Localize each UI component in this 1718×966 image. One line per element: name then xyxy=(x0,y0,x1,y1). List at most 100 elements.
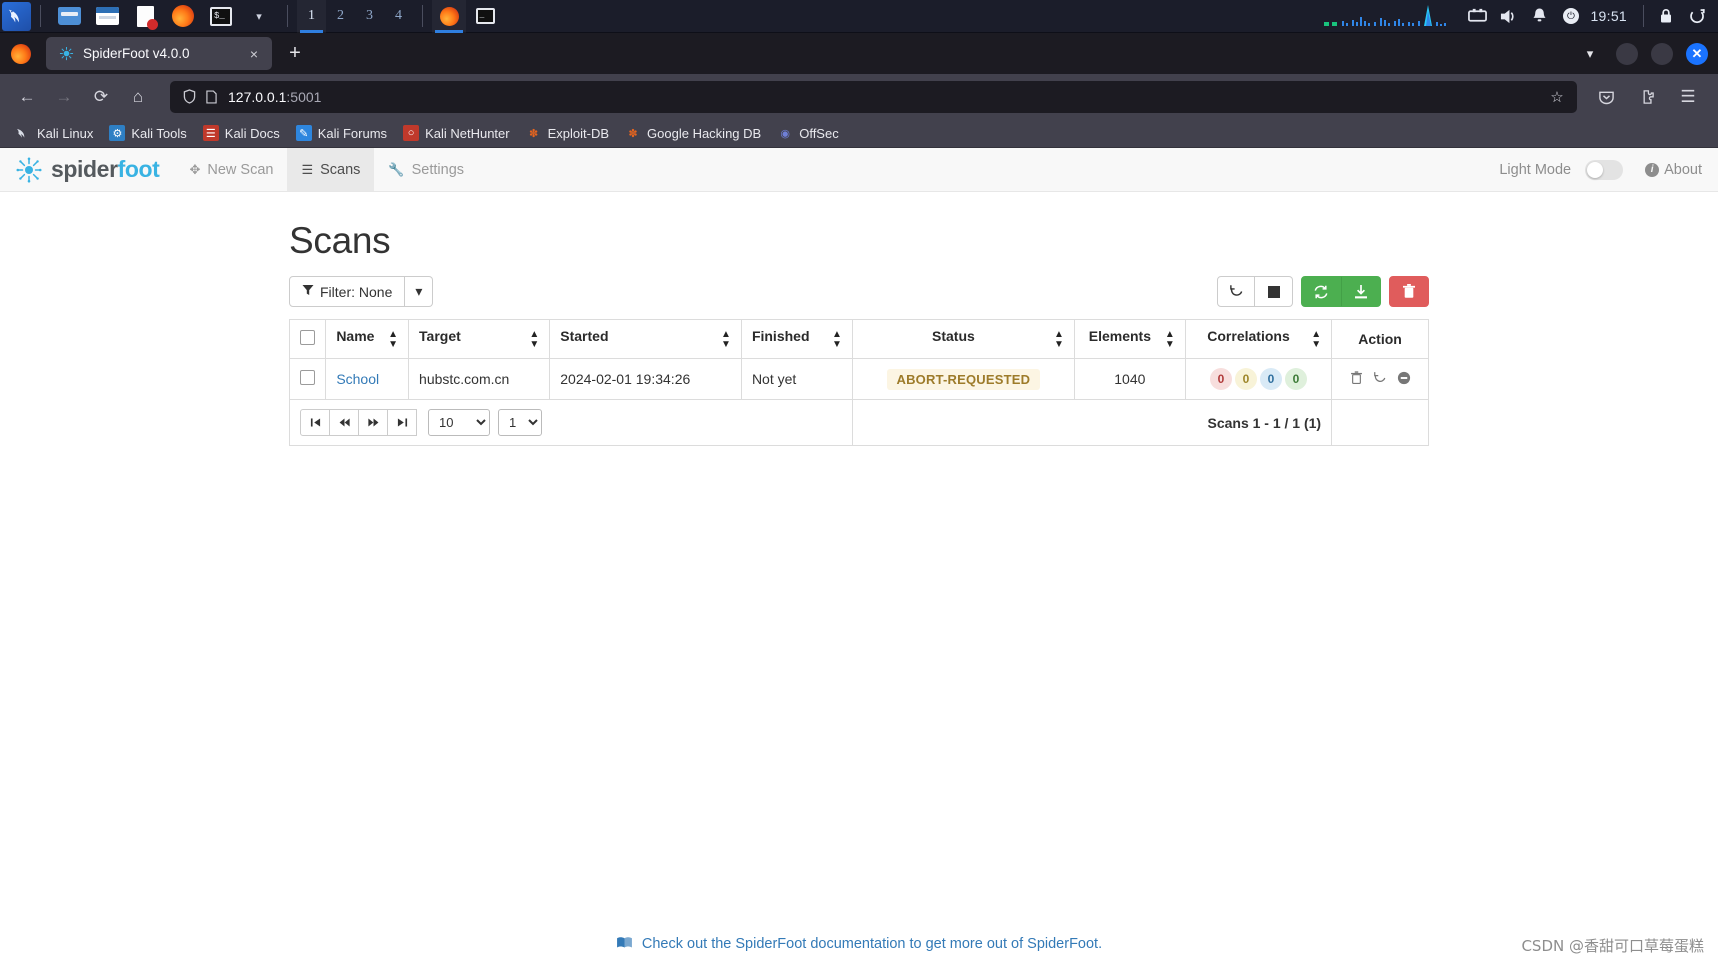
sort-icon[interactable]: ▲ ▼ xyxy=(388,330,398,350)
stop-scan-icon[interactable] xyxy=(1397,371,1411,388)
bookmark-kali-linux[interactable]: Kali Linux xyxy=(8,122,100,145)
delete-button[interactable] xyxy=(1389,276,1429,307)
rerun-button[interactable] xyxy=(1217,276,1255,307)
sort-icon[interactable]: ▲ ▼ xyxy=(529,330,539,350)
bookmark-kali-forums[interactable]: ✎ Kali Forums xyxy=(289,122,394,145)
scans-toolbar: Filter: None ▾ xyxy=(289,276,1429,307)
column-header-correlations[interactable]: Correlations ▲ ▼ xyxy=(1184,319,1333,359)
select-all-checkbox[interactable] xyxy=(300,330,316,345)
document-icon[interactable] xyxy=(131,3,159,30)
sort-icon[interactable]: ▲ ▼ xyxy=(832,330,842,350)
next-page-button[interactable] xyxy=(358,409,388,436)
sort-icon[interactable]: ▲ ▼ xyxy=(1165,330,1175,350)
terminal-icon[interactable]: $_ xyxy=(207,3,235,29)
new-tab-button[interactable]: + xyxy=(280,39,310,69)
column-header-finished[interactable]: Finished ▲ ▼ xyxy=(740,319,853,359)
shield-icon[interactable] xyxy=(178,86,200,108)
documentation-link[interactable]: Check out the SpiderFoot documentation t… xyxy=(642,936,1102,952)
folder-icon[interactable] xyxy=(93,3,121,29)
bookmark-exploit-db[interactable]: ✽ Exploit-DB xyxy=(519,122,616,145)
power-icon[interactable]: ⏻ xyxy=(1555,3,1586,29)
scan-name-link[interactable]: School xyxy=(336,371,379,387)
crosshair-icon: ✥ xyxy=(189,161,201,177)
light-mode-toggle[interactable] xyxy=(1585,159,1624,180)
url-text[interactable]: 127.0.0.1:5001 xyxy=(228,89,1545,105)
network-icon[interactable] xyxy=(1462,3,1493,29)
sort-icon[interactable]: ▲ ▼ xyxy=(1054,330,1064,350)
workspace-3[interactable]: 3 xyxy=(355,0,384,33)
column-header-elements[interactable]: Elements ▲ ▼ xyxy=(1073,319,1186,359)
window-minimize-button[interactable] xyxy=(1616,42,1638,65)
bookmark-label: Kali Forums xyxy=(317,125,388,141)
page-size-select[interactable]: 10 xyxy=(428,409,490,436)
page-icon[interactable] xyxy=(200,86,222,108)
window-maximize-button[interactable] xyxy=(1651,42,1673,65)
files-manager-icon[interactable] xyxy=(55,3,83,29)
chevron-down-icon[interactable]: ▾ xyxy=(245,3,273,29)
close-tab-icon[interactable]: × xyxy=(244,44,264,64)
nav-item-settings[interactable]: 🔧 Settings xyxy=(374,148,478,191)
scans-toolbar-actions xyxy=(1217,276,1429,307)
column-header-name[interactable]: Name ▲ ▼ xyxy=(325,319,410,359)
notification-bell-icon[interactable] xyxy=(1524,3,1555,29)
filter-button[interactable]: Filter: None xyxy=(289,276,406,307)
export-button[interactable] xyxy=(1341,276,1381,307)
cell-started: 2024-02-01 19:34:26 xyxy=(549,358,742,400)
app-menu-icon[interactable]: ☰ xyxy=(1671,80,1705,114)
brand-part-1: spider xyxy=(51,156,118,182)
prev-page-button[interactable] xyxy=(329,409,359,436)
firefox-icon[interactable] xyxy=(169,3,197,29)
column-header-status[interactable]: Status ▲ ▼ xyxy=(851,319,1075,359)
system-tray: ⏻ 19:51 xyxy=(1322,0,1718,33)
reload-button[interactable]: ⟳ xyxy=(84,80,118,114)
sort-icon[interactable]: ▲ ▼ xyxy=(721,330,731,350)
status-badge: ABORT-REQUESTED xyxy=(886,368,1041,390)
logout-icon[interactable] xyxy=(1681,3,1712,29)
clock[interactable]: 19:51 xyxy=(1586,8,1637,24)
back-button[interactable]: ← xyxy=(10,80,44,114)
column-header-started[interactable]: Started ▲ ▼ xyxy=(549,319,742,359)
stop-button[interactable] xyxy=(1255,276,1293,307)
volume-icon[interactable] xyxy=(1493,3,1524,29)
last-page-button[interactable] xyxy=(387,409,417,436)
browser-tab-spiderfoot[interactable]: SpiderFoot v4.0.0 × xyxy=(46,37,272,70)
firefox-app-icon[interactable] xyxy=(4,37,38,71)
refresh-all-button[interactable] xyxy=(1301,276,1341,307)
forward-button[interactable]: → xyxy=(47,80,81,114)
window-close-button[interactable]: ✕ xyxy=(1686,42,1708,65)
workspace-4[interactable]: 4 xyxy=(384,0,413,33)
bookmark-offsec[interactable]: ◉ OffSec xyxy=(770,122,846,145)
first-page-button[interactable] xyxy=(300,409,330,436)
row-checkbox[interactable] xyxy=(300,370,316,385)
delete-scan-icon[interactable] xyxy=(1350,370,1363,388)
bookmark-kali-nethunter[interactable]: ○ Kali NetHunter xyxy=(396,122,517,145)
book-icon xyxy=(616,936,633,952)
bookmark-google-hacking-db[interactable]: ✽ Google Hacking DB xyxy=(618,122,768,145)
bookmark-kali-docs[interactable]: ☰ Kali Docs xyxy=(196,122,287,145)
table-row[interactable]: School hubstc.com.cn 2024-02-01 19:34:26… xyxy=(288,358,1429,400)
kali-dragon-icon[interactable] xyxy=(2,1,31,31)
nav-item-scans[interactable]: ☰ Scans xyxy=(287,148,375,191)
page-number-select[interactable]: 1 xyxy=(498,409,542,436)
sort-icon[interactable]: ▲ ▼ xyxy=(1311,330,1321,350)
bookmark-star-icon[interactable]: ☆ xyxy=(1545,85,1569,109)
lock-icon[interactable] xyxy=(1650,3,1681,29)
extensions-icon[interactable] xyxy=(1630,80,1664,114)
home-button[interactable]: ⌂ xyxy=(121,80,155,114)
list-all-tabs-icon[interactable]: ▾ xyxy=(1577,41,1603,67)
workspace-1[interactable]: 1 xyxy=(297,0,326,33)
nav-item-new-scan[interactable]: ✥ New Scan xyxy=(175,148,287,191)
about-link[interactable]: i About xyxy=(1645,162,1702,178)
firefox-window-button[interactable] xyxy=(432,0,466,33)
terminal-window-button[interactable]: _ xyxy=(471,3,499,29)
info-icon: i xyxy=(1645,162,1660,177)
rerun-scan-icon[interactable] xyxy=(1373,371,1387,388)
app-brand[interactable]: spiderfoot xyxy=(12,148,175,191)
filter-dropdown-toggle[interactable]: ▾ xyxy=(405,276,434,307)
network-graph-widget[interactable] xyxy=(1322,3,1452,29)
column-header-target[interactable]: Target ▲ ▼ xyxy=(408,319,551,359)
bookmark-kali-tools[interactable]: ⚙ Kali Tools xyxy=(102,122,193,145)
url-bar[interactable]: 127.0.0.1:5001 ☆ xyxy=(170,80,1577,113)
workspace-2[interactable]: 2 xyxy=(326,0,355,33)
save-to-pocket-icon[interactable] xyxy=(1589,80,1623,114)
